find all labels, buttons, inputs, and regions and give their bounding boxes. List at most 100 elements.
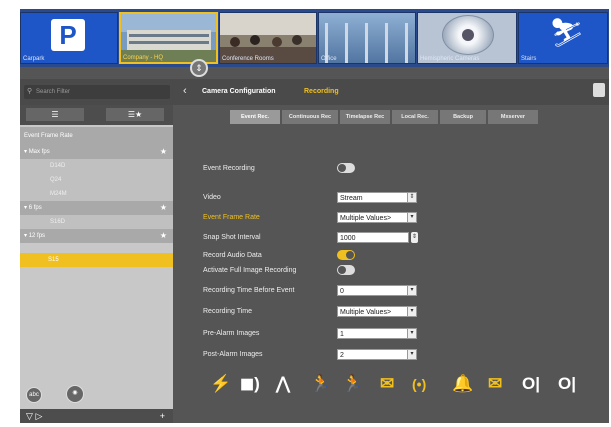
wand-icon[interactable]: ⚡ xyxy=(210,374,231,394)
camera-strip: P Carpark Company - HQ Conference Rooms … xyxy=(20,9,609,67)
envelope-icon[interactable]: ✉ xyxy=(380,374,394,394)
event-recording-toggle[interactable] xyxy=(337,163,355,173)
header-bar: ⚲ Search Filter ‹ Camera Configuration R… xyxy=(20,79,609,105)
toggle-knob xyxy=(346,251,354,259)
signal-icon[interactable]: ⋀ xyxy=(276,374,290,394)
camera-tile-stairs[interactable]: ⛷ Stairs xyxy=(518,12,608,64)
video-value: Stream xyxy=(340,195,363,202)
pre-alarm-label: Pre-Alarm Images xyxy=(203,330,260,337)
camera-label: Company - HQ xyxy=(123,55,164,61)
left-panel: ☰ ☰★ Event Frame Rate ▾ Max fps ★ D14D Q… xyxy=(20,105,173,423)
camera-nav-knob-icon[interactable]: ⇕ xyxy=(190,59,208,77)
tree-group-label: Max fps xyxy=(28,149,50,155)
event-frame-rate-label: Event Frame Rate xyxy=(203,214,260,221)
star-icon[interactable]: ★ xyxy=(160,201,167,215)
camera-label: Carpark xyxy=(23,56,45,62)
running-person-outline-icon[interactable]: 🏃 xyxy=(342,374,363,394)
event-frame-rate-select[interactable]: Multiple Values> ▾ xyxy=(337,212,417,223)
recording-time-select[interactable]: Multiple Values> ▾ xyxy=(337,306,417,317)
frame-rate-tree: Event Frame Rate ▾ Max fps ★ D14D Q24 M2… xyxy=(20,127,173,267)
star-icon[interactable]: ★ xyxy=(160,145,167,159)
filter-icon[interactable]: ▽ xyxy=(26,411,33,421)
pre-alarm-value: 1 xyxy=(340,331,344,338)
eye-icon[interactable]: ◉ xyxy=(66,385,84,403)
tree-group-max-fps[interactable]: ▾ Max fps ★ xyxy=(20,145,173,159)
search-input[interactable]: ⚲ Search Filter xyxy=(24,85,170,99)
broadcast-icon[interactable]: (•) xyxy=(412,376,426,392)
tree-group-12-fps[interactable]: ▾ 12 fps ★ xyxy=(20,229,173,243)
tree-header: Event Frame Rate xyxy=(20,127,173,145)
input-signal-icon[interactable]: O| xyxy=(522,374,540,394)
event-frame-rate-value: Multiple Values> xyxy=(340,215,392,222)
time-before-label: Recording Time Before Event xyxy=(203,287,295,294)
page-subtitle: Recording xyxy=(304,88,339,95)
input-signal-icon[interactable]: O| xyxy=(558,374,576,394)
tab-continuous-rec[interactable]: Continuous Rec xyxy=(282,110,338,124)
document-icon[interactable] xyxy=(593,83,605,97)
chevron-updown-icon: ⇕ xyxy=(407,193,416,202)
back-arrow-icon[interactable]: ‹ xyxy=(183,85,187,97)
tab-mxserver[interactable]: Mxserver xyxy=(488,110,538,124)
record-audio-toggle[interactable] xyxy=(337,250,355,260)
camera-tile-conference-rooms[interactable]: Conference Rooms xyxy=(219,12,317,64)
toggle-knob xyxy=(338,164,346,172)
tree-item[interactable]: Q24 xyxy=(20,173,173,187)
camera-sensor-icon[interactable]: ◼) xyxy=(240,374,260,394)
post-alarm-label: Post-Alarm Images xyxy=(203,351,263,358)
camera-tile-hemispheric[interactable]: Hemispheric Cameras xyxy=(417,12,517,64)
snap-shot-input[interactable]: 1000 xyxy=(337,232,409,243)
time-before-value: 0 xyxy=(340,288,344,295)
full-image-label: Activate Full Image Recording xyxy=(203,267,297,274)
search-icon: ⚲ xyxy=(27,88,33,95)
tab-backup[interactable]: Backup xyxy=(440,110,486,124)
play-icon[interactable]: ▷ xyxy=(35,411,42,421)
camera-tile-carpark[interactable]: P Carpark xyxy=(20,12,118,64)
tree-item[interactable]: M24M xyxy=(20,187,173,201)
search-placeholder: Search Filter xyxy=(36,89,71,95)
tab-local-rec[interactable]: Local Rec. xyxy=(392,110,438,124)
chevron-down-icon: ▾ xyxy=(407,213,416,222)
tab-event-rec[interactable]: Event Rec. xyxy=(230,110,280,124)
page-title: Camera Configuration xyxy=(202,88,276,95)
abc-icon[interactable]: abc xyxy=(26,387,42,403)
left-toolbar: ☰ ☰★ xyxy=(20,105,173,125)
time-before-select[interactable]: 0 ▾ xyxy=(337,285,417,296)
full-image-toggle[interactable] xyxy=(337,265,355,275)
post-alarm-value: 2 xyxy=(340,352,344,359)
envelope-icon[interactable]: ✉ xyxy=(488,374,502,394)
tab-timelapse-rec[interactable]: Timelapse Rec xyxy=(340,110,390,124)
record-audio-label: Record Audio Data xyxy=(203,252,262,259)
tree-group-label: 12 fps xyxy=(28,233,46,239)
tree-item[interactable]: D14D xyxy=(20,159,173,173)
list-view-button[interactable]: ☰ xyxy=(26,108,84,121)
favorites-view-button[interactable]: ☰★ xyxy=(106,108,164,121)
star-icon[interactable]: ★ xyxy=(160,229,167,243)
stepper-icon[interactable]: ⇕ xyxy=(411,232,418,243)
camera-label: Stairs xyxy=(521,56,537,62)
chevron-down-icon: ▾ xyxy=(407,307,416,316)
recording-time-value: Multiple Values> xyxy=(340,309,392,316)
tree-item[interactable]: S16D xyxy=(20,215,173,229)
video-label: Video xyxy=(203,194,221,201)
pre-alarm-select[interactable]: 1 ▾ xyxy=(337,328,417,339)
app-window: P Carpark Company - HQ Conference Rooms … xyxy=(20,9,609,423)
post-alarm-select[interactable]: 2 ▾ xyxy=(337,349,417,360)
camera-tile-office[interactable]: Office xyxy=(318,12,416,64)
chevron-down-icon: ▾ xyxy=(407,350,416,359)
running-person-icon[interactable]: 🏃 xyxy=(310,374,331,394)
camera-tile-company-hq[interactable]: Company - HQ xyxy=(119,12,218,64)
list-icon: ☰ xyxy=(51,110,59,119)
toggle-knob xyxy=(338,266,346,274)
list-star-icon: ☰★ xyxy=(127,110,143,119)
snap-shot-value: 1000 xyxy=(340,235,356,242)
tree-item-selected[interactable]: S15 xyxy=(20,253,173,267)
bell-icon[interactable]: 🔔 xyxy=(452,374,473,394)
add-icon[interactable]: + xyxy=(160,409,165,423)
tree-group-6-fps[interactable]: ▾ 6 fps ★ xyxy=(20,201,173,215)
video-select[interactable]: Stream ⇕ xyxy=(337,192,417,203)
tree-group-label: 6 fps xyxy=(28,205,42,211)
event-recording-label: Event Recording xyxy=(203,165,255,172)
snap-shot-label: Snap Shot Interval xyxy=(203,234,261,241)
left-footer: ▽ ▷ + xyxy=(20,409,173,423)
camera-label: Office xyxy=(321,56,337,62)
